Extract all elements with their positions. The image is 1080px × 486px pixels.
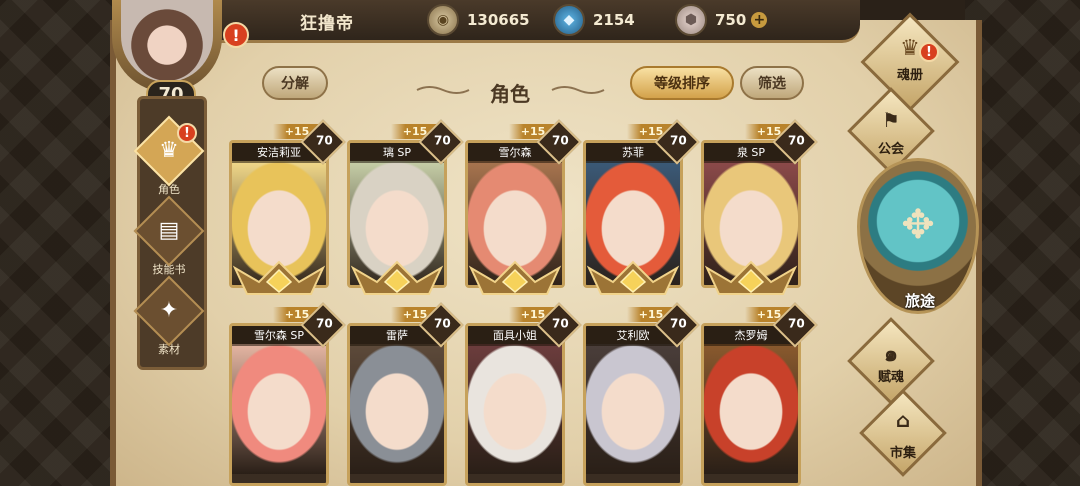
character-card[interactable]: 杰罗姆 (701, 323, 801, 486)
character-level: 70 (316, 133, 333, 148)
character-card[interactable]: 雪尔森 SP (229, 323, 329, 486)
resource-stone: ⬢ 750 + (675, 4, 768, 36)
character-portrait (350, 344, 444, 474)
character-level: 70 (316, 316, 333, 331)
journey-label: 旅途 (904, 292, 935, 310)
sort-by-level-button[interactable]: 等级排序 (630, 66, 734, 100)
character-level: 70 (434, 133, 451, 148)
page-title: 角色 (490, 82, 530, 106)
right-nav-label: 赋魂 (877, 370, 904, 385)
characters-alert-icon: ! (177, 123, 197, 143)
resource-crystal: ◆ 2154 (553, 4, 635, 36)
add-stone-button[interactable]: + (751, 12, 768, 28)
right-nav-soul-book[interactable]: ♛ 魂册 (855, 12, 965, 112)
stone-value: 750 (715, 11, 747, 29)
left-nav-item-skill-books[interactable]: ▤ 技能书 (133, 195, 205, 277)
character-portrait (232, 344, 326, 474)
crystal-value: 2154 (593, 11, 635, 29)
rank-crest-icon (232, 260, 326, 295)
journey-compass-icon: ✥ (901, 202, 935, 248)
material-icon: ✦ (133, 275, 205, 347)
character-level: 70 (788, 133, 805, 148)
right-wall-decoration (965, 0, 1080, 486)
soul-book-alert-icon: ! (919, 42, 939, 62)
resource-gold: ◉ 130665 (427, 4, 530, 36)
title-flourish-left (416, 86, 470, 94)
left-wall-decoration (0, 0, 112, 486)
gold-value: 130665 (467, 11, 530, 29)
left-nav-item-materials[interactable]: ✦ 素材 (133, 275, 205, 357)
title-flourish-right (551, 86, 605, 94)
skill-book-icon: ▤ (133, 195, 205, 267)
stone-icon: ⬢ (675, 4, 707, 36)
character-card[interactable]: 艾利欧 (583, 323, 683, 486)
right-nav-soul-infuse[interactable]: ๑ 赋魂 (840, 317, 950, 405)
character-card[interactable]: 面具小姐 (465, 323, 565, 486)
rank-crest-icon (350, 260, 444, 295)
decompose-button[interactable]: 分解 (262, 66, 328, 100)
character-portrait (468, 344, 562, 474)
character-level: 70 (434, 316, 451, 331)
market-icon: ⌂ (895, 408, 911, 432)
blue-crystal-icon: ◆ (553, 4, 585, 36)
rank-crest-icon (704, 260, 798, 295)
game-screen: 狂撸帝 ◉ 130665 ◆ 2154 ⬢ 750 + 70 ! ♛ 角色 ! … (0, 0, 1080, 486)
rank-crest-icon (468, 260, 562, 295)
filter-button[interactable]: 筛选 (740, 66, 804, 100)
character-level: 70 (788, 316, 805, 331)
right-nav-label: 公会 (877, 142, 904, 157)
character-level: 70 (552, 316, 569, 331)
character-card[interactable]: 雷萨 (347, 323, 447, 486)
player-name: 狂撸帝 (300, 14, 354, 34)
right-nav-label: 魂册 (896, 68, 923, 83)
right-nav-market[interactable]: ⌂ 市集 (852, 389, 962, 477)
character-level: 70 (552, 133, 569, 148)
guild-icon: ⚑ (882, 108, 900, 132)
right-nav-label: 市集 (889, 446, 916, 461)
character-level: 70 (670, 316, 687, 331)
gold-coin-icon: ◉ (427, 4, 459, 36)
character-portrait (586, 344, 680, 474)
avatar-alert-icon: ! (223, 22, 249, 48)
character-portrait (704, 344, 798, 474)
rank-crest-icon (586, 260, 680, 295)
character-level: 70 (670, 133, 687, 148)
